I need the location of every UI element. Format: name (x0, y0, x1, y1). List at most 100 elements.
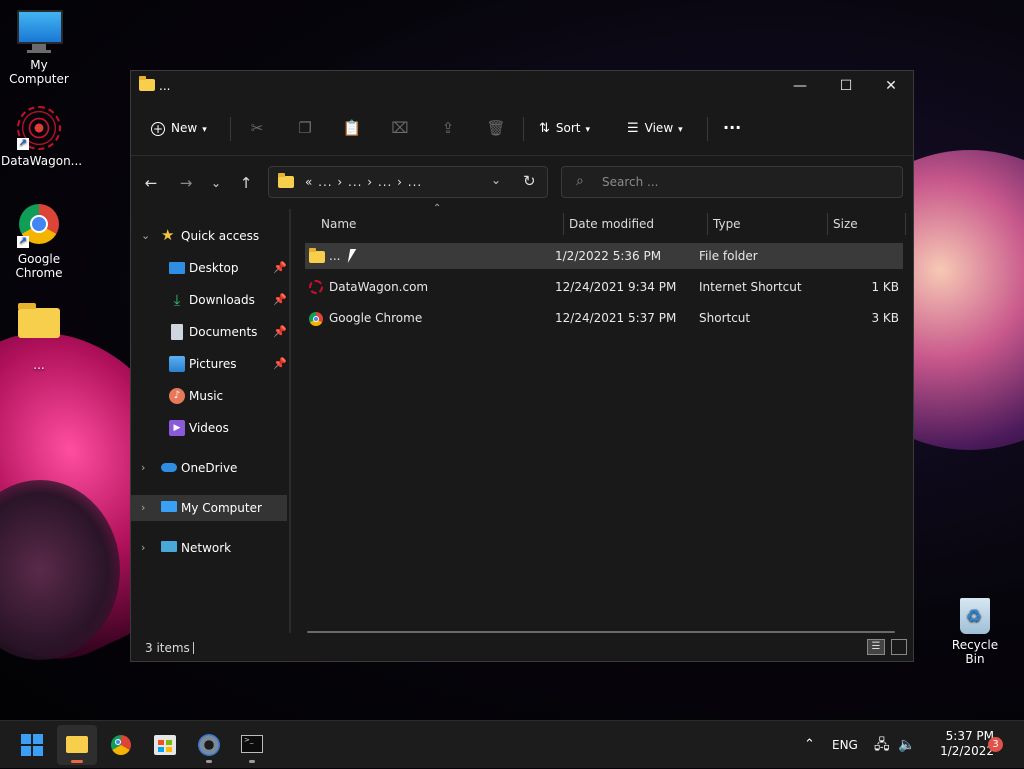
videos-icon: ▶ (169, 420, 185, 436)
sidebar-item-label: Pictures (189, 357, 237, 371)
sidebar-item-network[interactable]: › Network (131, 535, 287, 561)
up-button[interactable]: ↑ (233, 171, 259, 195)
mouse-cursor (347, 249, 363, 263)
taskbar-store[interactable] (145, 725, 185, 765)
share-icon[interactable]: ⇪ (433, 113, 463, 143)
column-header-date[interactable]: Date modified (569, 209, 654, 239)
downloads-icon: ⤓ (173, 291, 181, 309)
column-divider[interactable] (707, 213, 708, 235)
volume-icon[interactable]: 🔈 (898, 721, 915, 769)
column-divider[interactable] (563, 213, 564, 235)
navigation-row: ← → ⌄ ↑ « ... › ... › ... › ... ⌄ ↻ ⌕ Se… (131, 156, 913, 210)
sort-button[interactable]: ⇅ Sort ▾ (539, 113, 590, 143)
table-row[interactable]: ... 1/2/2022 5:36 PM File folder (305, 243, 903, 269)
notification-badge[interactable]: 3 (988, 737, 1003, 752)
details-view-button[interactable]: ☰ (867, 639, 885, 655)
search-input[interactable]: Search ... (602, 175, 658, 189)
delete-icon[interactable]: 🗑 (481, 113, 511, 143)
back-button[interactable]: ← (138, 171, 164, 195)
item-count: 3 items (145, 641, 190, 655)
file-type: Shortcut (699, 311, 751, 325)
view-list-icon: ☰ (627, 121, 639, 136)
view-label: View (644, 121, 674, 135)
chevron-down-icon: ▾ (678, 125, 683, 135)
start-button[interactable] (12, 725, 52, 765)
sidebar-item-downloads[interactable]: ⤓ Downloads 📌 (131, 287, 287, 313)
forward-button[interactable]: → (173, 171, 199, 195)
address-bar[interactable]: « ... › ... › ... › ... ⌄ ↻ (268, 166, 548, 198)
taskbar-terminal[interactable]: >_ (232, 725, 272, 765)
table-row[interactable]: Google Chrome 12/24/2021 5:37 PM Shortcu… (305, 305, 903, 331)
show-hidden-icons-button[interactable]: ⌃ (804, 721, 815, 769)
refresh-button[interactable]: ↻ (523, 172, 536, 190)
toolbar-divider (230, 117, 231, 141)
taskbar-chrome[interactable] (101, 725, 141, 765)
chrome-icon (111, 735, 131, 755)
sidebar-item-desktop[interactable]: Desktop 📌 (131, 255, 287, 281)
new-button[interactable]: + New ▾ (151, 113, 207, 143)
breadcrumb[interactable]: « ... › ... › ... › ... (305, 175, 422, 189)
sidebar-item-pictures[interactable]: Pictures 📌 (131, 351, 287, 377)
column-header-size[interactable]: Size (833, 209, 858, 239)
chrome-icon (309, 311, 323, 326)
sidebar-item-videos[interactable]: ▶ Videos (131, 415, 287, 441)
column-header-name[interactable]: Name (321, 209, 356, 239)
minimize-button[interactable]: — (777, 71, 823, 101)
maximize-button[interactable]: ☐ (823, 71, 869, 101)
paste-icon[interactable]: 📋 (337, 113, 367, 143)
chevron-right-icon: › (141, 541, 146, 554)
status-bar: 3 items ☰ (131, 635, 913, 661)
sidebar-item-label: Downloads (189, 293, 255, 307)
recycle-bin-icon (960, 598, 990, 634)
documents-icon (171, 324, 183, 340)
close-button[interactable]: ✕ (868, 71, 914, 101)
folder-icon (17, 303, 61, 352)
plus-circle-icon: + (151, 121, 165, 136)
language-indicator[interactable]: ENG (832, 721, 858, 769)
rename-icon[interactable]: ⌧ (385, 113, 415, 143)
copy-icon[interactable]: ❐ (290, 113, 320, 143)
windows-logo-icon (21, 734, 43, 756)
taskbar-settings[interactable] (189, 725, 229, 765)
desktop-icon-chrome[interactable]: ↗ Google Chrome (1, 204, 77, 280)
desktop-icon-my-computer[interactable]: My Computer (1, 10, 77, 86)
taskbar-file-explorer[interactable] (57, 725, 97, 765)
file-explorer-window: ... — ☐ ✕ + New ▾ ✂ ❐ 📋 ⌧ ⇪ 🗑 ⇅ Sort ▾ ☰ View… (130, 70, 914, 662)
pin-icon: 📌 (273, 261, 287, 274)
sidebar-item-onedrive[interactable]: › OneDrive (131, 455, 287, 481)
view-button[interactable]: ☰ View ▾ (627, 113, 683, 143)
desktop-icon-label: Google Chrome (15, 252, 63, 280)
search-box[interactable]: ⌕ Search ... (561, 166, 903, 198)
more-options-button[interactable]: ··· (723, 113, 741, 143)
column-divider[interactable] (827, 213, 828, 235)
sidebar-item-my-computer[interactable]: › My Computer (131, 495, 287, 521)
title-bar[interactable]: ... — ☐ ✕ (131, 71, 913, 101)
shortcut-arrow-icon: ↗ (17, 138, 29, 150)
toolbar-divider (523, 117, 524, 141)
folder-icon (66, 736, 88, 753)
file-type: File folder (699, 249, 758, 263)
large-icons-view-button[interactable] (891, 639, 907, 655)
address-dropdown-button[interactable]: ⌄ (491, 173, 501, 187)
chevron-down-icon: ▾ (202, 125, 207, 135)
table-row[interactable]: DataWagon.com 12/24/2021 9:34 PM Interne… (305, 274, 903, 300)
store-icon (154, 735, 176, 755)
sidebar-item-music[interactable]: ♪ Music (131, 383, 287, 409)
folder-icon (309, 248, 325, 263)
desktop-icon-label: ... (33, 358, 45, 372)
network-icon[interactable]: 🖧 (874, 721, 890, 769)
sidebar-item-quick-access[interactable]: ⌄ ★ Quick access (131, 223, 287, 249)
chrome-icon: ↗ (17, 204, 61, 248)
desktop-icon-folder[interactable]: ... (1, 300, 77, 372)
sidebar-item-documents[interactable]: Documents 📌 (131, 319, 287, 345)
column-divider[interactable] (905, 213, 906, 235)
desktop-icon-datawagon[interactable]: ↗ DataWagon... (1, 106, 82, 168)
recent-locations-button[interactable]: ⌄ (203, 171, 229, 195)
column-header-type[interactable]: Type (713, 209, 741, 239)
cut-icon[interactable]: ✂ (242, 113, 272, 143)
sidebar-item-label: Music (189, 389, 224, 403)
clock[interactable]: 5:37 PM 1/2/2022 (920, 729, 994, 759)
horizontal-scrollbar[interactable] (307, 631, 895, 633)
command-bar: + New ▾ ✂ ❐ 📋 ⌧ ⇪ 🗑 ⇅ Sort ▾ ☰ View ▾ ··· (131, 101, 913, 156)
desktop-icon-recycle-bin[interactable]: Recycle Bin (944, 598, 1006, 666)
